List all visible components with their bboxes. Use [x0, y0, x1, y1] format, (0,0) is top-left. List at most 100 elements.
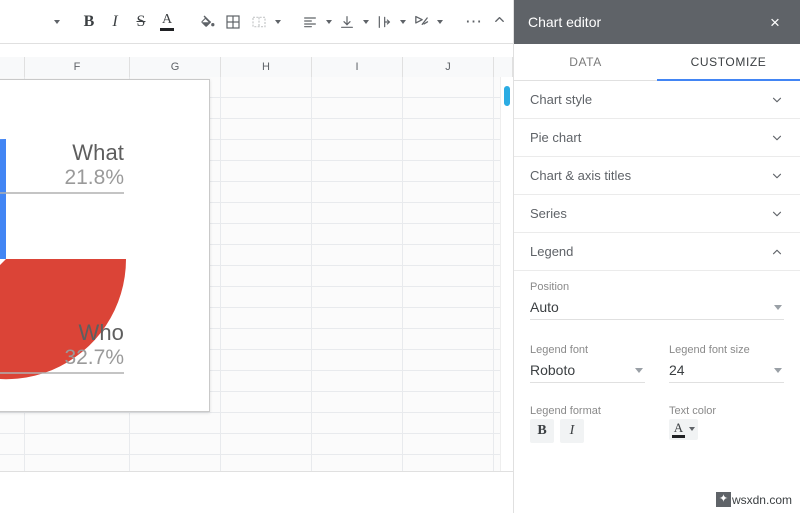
grid-cell[interactable] — [25, 455, 130, 471]
column-header-partial[interactable] — [0, 57, 25, 77]
grid-cell[interactable] — [0, 455, 25, 471]
grid-cell[interactable] — [403, 182, 494, 203]
strikethrough-button[interactable]: S — [128, 9, 154, 35]
column-header-G[interactable]: G — [130, 57, 221, 77]
vertical-scrollbar-track[interactable] — [500, 77, 513, 471]
legend-italic-button[interactable]: I — [560, 419, 584, 443]
grid-cell[interactable] — [312, 413, 403, 434]
grid-cell[interactable] — [312, 203, 403, 224]
text-rotation-dropdown-caret[interactable] — [434, 9, 445, 35]
grid-cell[interactable] — [403, 77, 494, 98]
section-chart-style[interactable]: Chart style — [514, 81, 800, 119]
column-header-J[interactable]: J — [403, 57, 494, 77]
grid-cell[interactable] — [221, 329, 312, 350]
tab-customize[interactable]: CUSTOMIZE — [657, 44, 800, 80]
grid-cell[interactable] — [403, 455, 494, 471]
vertical-align-dropdown-caret[interactable] — [360, 9, 371, 35]
grid-cell[interactable] — [403, 392, 494, 413]
grid-cell[interactable] — [312, 308, 403, 329]
grid-cell[interactable] — [221, 140, 312, 161]
grid-cell[interactable] — [221, 371, 312, 392]
grid-cell[interactable] — [403, 245, 494, 266]
italic-button[interactable]: I — [102, 9, 128, 35]
grid-cell[interactable] — [403, 413, 494, 434]
grid-cell[interactable] — [221, 434, 312, 455]
text-rotation-button[interactable] — [408, 9, 434, 35]
grid-cell[interactable] — [403, 371, 494, 392]
grid-cell[interactable] — [130, 434, 221, 455]
grid-cell[interactable] — [403, 329, 494, 350]
grid-cell[interactable] — [403, 140, 494, 161]
grid-cell[interactable] — [0, 434, 25, 455]
grid-cell[interactable] — [312, 350, 403, 371]
grid-cell[interactable] — [221, 203, 312, 224]
grid-cell[interactable] — [221, 98, 312, 119]
grid-cell[interactable] — [403, 434, 494, 455]
legend-text-color-button[interactable]: A — [669, 419, 698, 440]
grid-cell[interactable] — [221, 392, 312, 413]
grid-cell[interactable] — [403, 266, 494, 287]
merge-cells-button[interactable] — [246, 9, 272, 35]
grid-cell[interactable] — [312, 287, 403, 308]
grid-cell[interactable] — [403, 203, 494, 224]
text-wrapping-dropdown-caret[interactable] — [397, 9, 408, 35]
grid-cell[interactable] — [403, 98, 494, 119]
grid-cell[interactable] — [403, 350, 494, 371]
fill-color-button[interactable] — [194, 9, 220, 35]
grid-cell[interactable] — [312, 392, 403, 413]
grid-cell[interactable] — [25, 434, 130, 455]
column-header-F[interactable]: F — [25, 57, 130, 77]
grid-cell[interactable] — [221, 161, 312, 182]
horizontal-align-button[interactable] — [297, 9, 323, 35]
grid-cell[interactable] — [221, 287, 312, 308]
section-series[interactable]: Series — [514, 195, 800, 233]
close-icon[interactable]: × — [764, 11, 786, 33]
text-wrapping-button[interactable] — [371, 9, 397, 35]
collapse-menus-button[interactable] — [492, 9, 507, 35]
grid-cell[interactable] — [25, 413, 130, 434]
grid-cell[interactable] — [221, 182, 312, 203]
vertical-align-button[interactable] — [334, 9, 360, 35]
grid-cell[interactable] — [221, 308, 312, 329]
legend-font-size-select[interactable]: 24 — [669, 358, 784, 383]
grid-cell[interactable] — [312, 224, 403, 245]
legend-font-select[interactable]: Roboto — [530, 358, 645, 383]
grid-cell[interactable] — [0, 413, 25, 434]
grid-cell[interactable] — [221, 245, 312, 266]
section-pie-chart[interactable]: Pie chart — [514, 119, 800, 157]
grid-cell[interactable] — [221, 266, 312, 287]
horizontal-align-dropdown-caret[interactable] — [323, 9, 334, 35]
vertical-scrollbar-thumb[interactable] — [504, 86, 510, 106]
grid-cell[interactable] — [312, 245, 403, 266]
tab-data[interactable]: DATA — [514, 44, 657, 80]
legend-position-select[interactable]: Auto — [530, 295, 784, 320]
grid-cell[interactable] — [312, 266, 403, 287]
grid-cell[interactable] — [403, 161, 494, 182]
grid-cell[interactable] — [312, 329, 403, 350]
grid-cell[interactable] — [130, 455, 221, 471]
column-header-I[interactable]: I — [312, 57, 403, 77]
column-header-H[interactable]: H — [221, 57, 312, 77]
grid-cell[interactable] — [312, 161, 403, 182]
section-chart-and-axis-titles[interactable]: Chart & axis titles — [514, 157, 800, 195]
grid-cell[interactable] — [312, 182, 403, 203]
grid-cell[interactable] — [221, 77, 312, 98]
grid-cell[interactable] — [403, 308, 494, 329]
section-legend[interactable]: Legend — [514, 233, 800, 271]
grid-cell[interactable] — [221, 413, 312, 434]
merge-cells-dropdown-caret[interactable] — [272, 9, 283, 35]
grid-cell[interactable] — [403, 119, 494, 140]
text-color-button[interactable]: A — [154, 9, 180, 35]
grid-cell[interactable] — [403, 224, 494, 245]
grid-cell[interactable] — [312, 371, 403, 392]
more-options-button[interactable]: ⋯ — [459, 9, 489, 35]
grid-cell[interactable] — [221, 224, 312, 245]
borders-button[interactable] — [220, 9, 246, 35]
column-header-K-partial[interactable] — [494, 57, 513, 77]
grid-cell[interactable] — [312, 119, 403, 140]
grid-cell[interactable] — [403, 287, 494, 308]
legend-bold-button[interactable]: B — [530, 419, 554, 443]
grid-cell[interactable] — [312, 434, 403, 455]
font-size-dropdown-caret[interactable] — [51, 9, 62, 35]
grid-cell[interactable] — [312, 77, 403, 98]
